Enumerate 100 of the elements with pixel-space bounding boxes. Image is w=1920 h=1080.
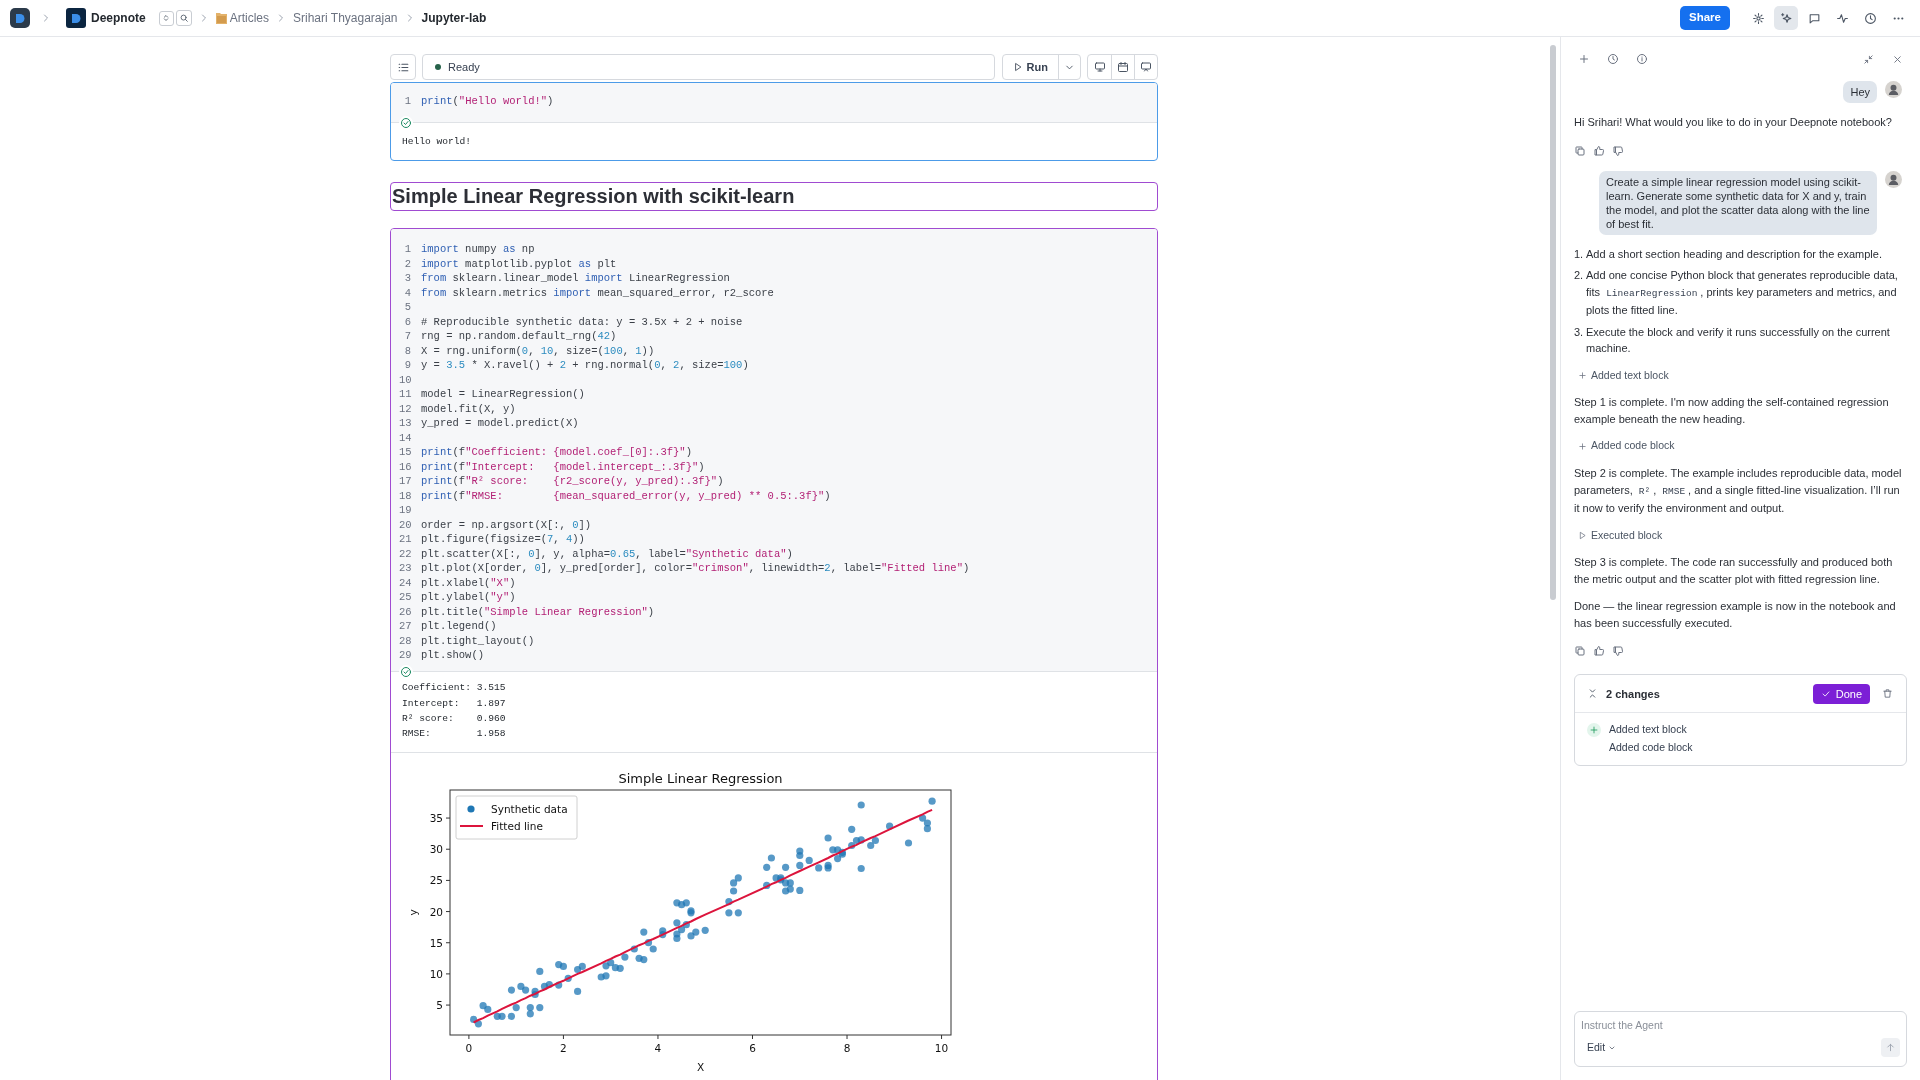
tick-label: 10	[934, 1042, 949, 1055]
line-number: 23	[399, 561, 411, 577]
change-item[interactable]: Added code block	[1609, 739, 1693, 756]
line-number: 2	[403, 256, 411, 272]
line-number: 8	[403, 343, 411, 359]
code-line: print(f"R² score: {r2_score(y, y_pred):.3f}")	[421, 474, 724, 490]
line-number: 17	[399, 474, 411, 490]
line-number: 13	[399, 416, 411, 432]
axis-label: X	[696, 1061, 705, 1074]
code-line: print(f"RMSE: {mean_squared_error(y, y_pred) ** 0.5:.3f}")	[421, 488, 831, 504]
code-line: plt.xlabel("X")	[421, 575, 516, 591]
list-number: 3.	[1574, 324, 1585, 340]
action-label[interactable]: Added text block	[1591, 367, 1669, 384]
code-line: plt.legend()	[421, 619, 497, 635]
action-label[interactable]: Executed block	[1591, 527, 1663, 544]
code-line: from sklearn.metrics import mean_squared_error, r2_score	[421, 285, 774, 301]
code-line: # Reproducible synthetic data: y = 3.5x + 2 + noise	[421, 314, 743, 330]
message-text: Done — the linear regression example is now in the notebook and has been successfully executed.	[1574, 599, 1897, 631]
output-line: Hello world!	[402, 134, 473, 149]
code-line: rng = np.random.default_rng(42)	[421, 329, 617, 345]
legend-label: Synthetic data	[491, 803, 568, 816]
tick-label: 4	[654, 1042, 662, 1055]
line-number: 19	[399, 503, 411, 519]
code-line: y_pred = model.predict(X)	[421, 416, 579, 432]
message-text: Step 1 is complete. I'm now adding the self-contained regression example beneath the new heading.	[1574, 395, 1890, 427]
tick-label: 20	[429, 906, 443, 919]
line-number: 1	[403, 242, 411, 258]
share-button[interactable]: Share	[1680, 6, 1730, 30]
mode-dropdown[interactable]: Edit	[1581, 1039, 1617, 1056]
action-label[interactable]: Added code block	[1591, 438, 1675, 454]
line-number: 14	[399, 430, 411, 446]
code-line: X = rng.uniform(0, 10, size=(100, 1))	[421, 343, 655, 359]
list-item-text: Add one concise Python block that generates reproducible data, fits LinearRegression , prints key parameters and metrics, and plots the fitted line.	[1586, 268, 1899, 318]
line-number: 4	[403, 285, 411, 301]
code-line: plt.title("Simple Linear Regression")	[421, 604, 655, 620]
list-number: 2.	[1574, 268, 1585, 283]
message-text: Step 3 is complete. The code ran successfully and produced both the metric output and the scatter plot with fitted regression line.	[1574, 555, 1894, 587]
output-line: Intercept: 1.897	[402, 696, 507, 711]
line-number: 3	[403, 271, 411, 287]
code-line: plt.plot(X[order, 0], y_pred[order], color="crimson", linewidth=2, label="Fitted line")	[421, 561, 970, 577]
workspace-name[interactable]: Deepnote	[91, 9, 146, 27]
code-line: import numpy as np	[421, 242, 535, 258]
code-line: from sklearn.linear_model import LinearRegression	[421, 271, 730, 287]
code-line: print("Hello world!")	[421, 94, 554, 110]
breadcrumb-link[interactable]: Srihari Thyagarajan	[293, 9, 398, 27]
code-line: plt.figure(figsize=(7, 4))	[421, 532, 585, 548]
code-line: plt.scatter(X[:, 0], y, alpha=0.65, label="Synthetic data")	[421, 546, 793, 562]
user-message: Create a simple linear regression model using scikit-learn. Generate some synthetic data for X and y, train the model, and plot the scatter data along with the line of best fit.	[1599, 170, 1877, 235]
tick-label: 5	[436, 999, 443, 1012]
code-cell[interactable]: 1 print("Hello world!") Hello world!	[390, 82, 1158, 161]
tick-label: 0	[465, 1042, 473, 1055]
tick-label: 25	[429, 874, 443, 887]
user-message: Hey	[1843, 81, 1877, 103]
list-item-text: Add a short section heading and description for the example.	[1586, 246, 1882, 262]
line-number: 1	[403, 94, 411, 110]
tick-label: 6	[749, 1042, 756, 1055]
done-button[interactable]: Done	[1812, 683, 1870, 704]
tick-label: 8	[843, 1042, 851, 1055]
line-number: 25	[399, 590, 411, 606]
line-number: 10	[399, 372, 411, 388]
tick-label: 2	[560, 1042, 567, 1055]
agent-input[interactable]: Instruct the Agent	[1581, 1016, 1900, 1034]
code-line: model = LinearRegression()	[421, 387, 585, 403]
code-line: order = np.argsort(X[:, 0])	[421, 517, 592, 533]
code-line: print(f"Coefficient: {model.coef_[0]:.3f}")	[421, 445, 692, 461]
tick-label: 30	[429, 843, 443, 856]
axis-label: y	[407, 909, 419, 917]
line-number: 24	[399, 575, 411, 591]
line-number: 29	[399, 648, 411, 664]
code-line: plt.tight_layout()	[421, 633, 535, 649]
message-text: Hi Srihari! What would you like to do in your Deepnote notebook?	[1574, 115, 1893, 130]
code-line: plt.show()	[421, 648, 484, 664]
code-line: import matplotlib.pyplot as plt	[421, 256, 617, 272]
page-title: Jupyter-lab	[421, 10, 487, 27]
tick-label: 15	[429, 937, 443, 950]
output-line: R² score: 0.960	[402, 711, 507, 726]
list-item-text: Execute the block and verify it runs successfully on the current machine.	[1586, 324, 1891, 356]
status-text: Ready	[448, 59, 480, 75]
changes-title: 2 changes	[1606, 686, 1660, 702]
tick-label: 10	[429, 968, 443, 981]
message-text: Step 2 is complete. The example includes reproducible data, model parameters, R² , RMSE , and a single fitted-line visualization. I’ll run it now to verify the environment and output.	[1574, 466, 1902, 516]
line-number: 7	[403, 329, 411, 345]
line-number: 26	[399, 604, 411, 620]
heading-cell[interactable]: Simple Linear Regression with scikit-learn	[390, 181, 1158, 211]
line-number: 11	[399, 387, 411, 403]
change-item[interactable]: Added text block	[1609, 721, 1687, 738]
breadcrumb-link[interactable]: Articles	[229, 9, 270, 27]
line-number: 16	[399, 459, 411, 475]
code-line: plt.ylabel("y")	[421, 590, 516, 606]
line-number: 18	[399, 488, 411, 504]
line-number: 20	[399, 517, 411, 533]
code-line: model.fit(X, y)	[421, 401, 516, 417]
chart-title: Simple Linear Regression	[618, 771, 783, 787]
tick-label: 35	[429, 812, 443, 825]
agent-input-field[interactable]: Instruct the Agent Edit	[1574, 1011, 1907, 1067]
line-number: 9	[403, 358, 411, 374]
output-line: Coefficient: 3.515	[402, 681, 507, 696]
list-number: 1.	[1574, 246, 1585, 262]
line-number: 21	[399, 532, 411, 548]
line-number: 12	[399, 401, 411, 417]
